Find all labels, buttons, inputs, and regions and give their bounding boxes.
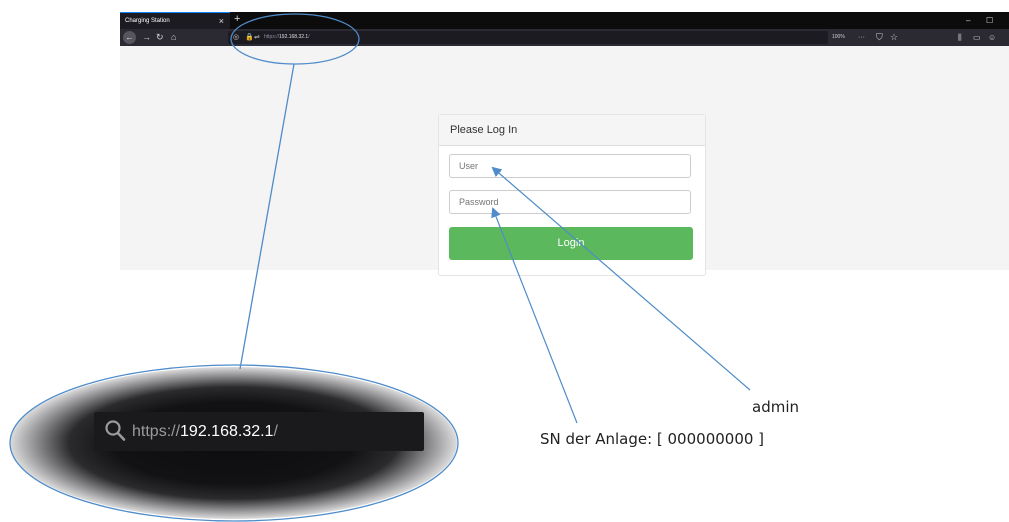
- zoomed-url-text: https://192.168.32.1/: [132, 423, 278, 440]
- address-bar[interactable]: ◎ 🔒 ⇌ https://192.168.32.1/: [228, 31, 828, 44]
- new-tab-icon[interactable]: +: [234, 11, 240, 28]
- shield-icon: ◎: [233, 34, 240, 41]
- search-icon: [105, 420, 126, 441]
- nav-bar: ← → ↻ ⌂ ◎ 🔒 ⇌ https://192.168.32.1/ 100%…: [120, 29, 1009, 46]
- tab-charging-station[interactable]: Charging Station ×: [120, 12, 230, 29]
- home-icon[interactable]: ⌂: [171, 29, 176, 46]
- tab-close-icon[interactable]: ×: [219, 13, 224, 30]
- user-input[interactable]: [449, 154, 691, 178]
- tab-title: Charging Station: [125, 18, 170, 24]
- forward-icon[interactable]: →: [142, 29, 151, 46]
- reload-icon[interactable]: ↻: [156, 29, 164, 46]
- password-hint-text: SN der Anlage: [ 000000000 ]: [540, 430, 765, 448]
- account-icon[interactable]: ☺: [988, 29, 996, 46]
- url-text: https://192.168.32.1/: [264, 34, 310, 40]
- library-icon[interactable]: ⫼: [958, 29, 962, 46]
- password-input[interactable]: [449, 190, 691, 214]
- user-hint-text: admin: [752, 398, 799, 416]
- maximize-icon[interactable]: ☐: [986, 12, 993, 29]
- permissions-icon: ⇌: [254, 34, 260, 41]
- tab-bar: Charging Station × + – ☐: [120, 12, 1009, 29]
- zoomed-address-bar: https://192.168.32.1/: [94, 412, 424, 451]
- login-button[interactable]: Login: [449, 227, 693, 260]
- lock-icon: 🔒: [245, 34, 254, 41]
- zoom-level[interactable]: 100%: [832, 29, 845, 46]
- bookmark-star-icon[interactable]: ☆: [890, 29, 898, 46]
- back-icon[interactable]: ←: [123, 31, 136, 44]
- login-panel-title: Please Log In: [439, 115, 705, 146]
- pocket-icon[interactable]: ⛉: [876, 29, 883, 46]
- sidebar-icon[interactable]: ▭: [973, 29, 981, 46]
- more-icon[interactable]: ···: [858, 29, 865, 46]
- minimize-icon[interactable]: –: [966, 12, 970, 29]
- login-panel: Please Log In Login: [438, 114, 706, 276]
